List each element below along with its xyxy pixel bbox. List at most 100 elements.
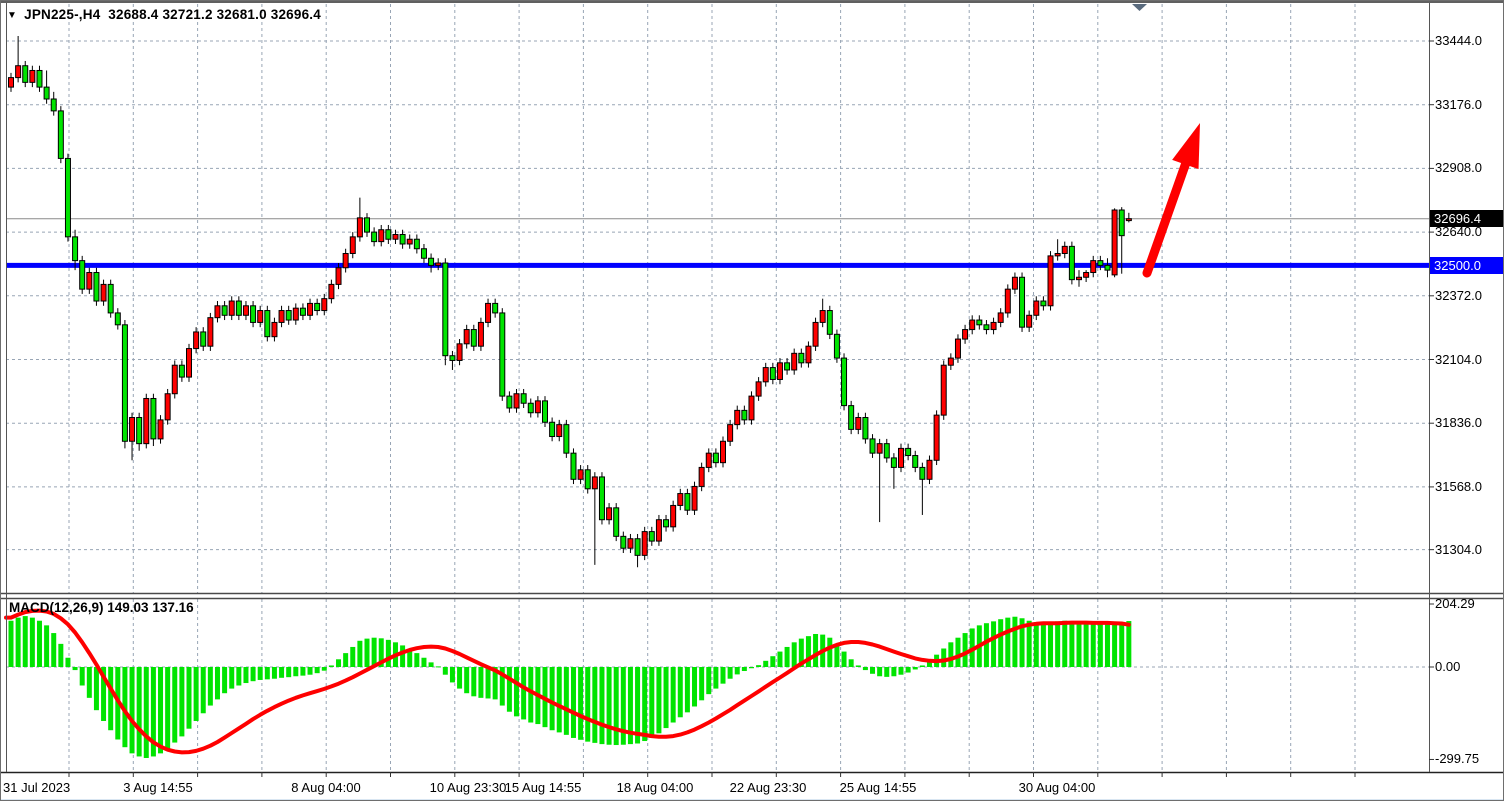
- macd-histogram-bar: [671, 667, 676, 723]
- candle: [927, 460, 932, 479]
- candle: [1077, 277, 1082, 279]
- macd-histogram-bar: [108, 667, 113, 730]
- macd-histogram-bar: [721, 667, 726, 684]
- macd-histogram-bar: [308, 667, 313, 675]
- macd-histogram-bar: [1098, 622, 1103, 667]
- candle: [763, 368, 768, 382]
- candle: [229, 301, 234, 315]
- macd-histogram-bar: [457, 667, 462, 689]
- candle: [1084, 273, 1089, 278]
- macd-histogram-bar: [998, 619, 1003, 667]
- macd-histogram-bar: [664, 667, 669, 728]
- candle: [891, 458, 896, 468]
- price-axis-label: 32372.0: [1435, 288, 1482, 304]
- macd-histogram-bar: [685, 667, 690, 712]
- time-axis-label: 18 Aug 04:00: [617, 780, 694, 796]
- macd-histogram-bar: [357, 641, 362, 667]
- time-axis-label: 3 Aug 14:55: [123, 780, 192, 796]
- macd-histogram-bar: [578, 667, 583, 740]
- macd-histogram-bar: [706, 667, 711, 694]
- macd-histogram-bar: [528, 667, 533, 723]
- candle: [16, 66, 21, 78]
- candle: [870, 439, 875, 453]
- macd-histogram-bar: [678, 667, 683, 717]
- macd-histogram-bar: [1084, 623, 1089, 667]
- candle: [963, 330, 968, 340]
- candle: [80, 261, 85, 290]
- macd-histogram-bar: [1048, 622, 1053, 667]
- macd-histogram-bar: [58, 644, 63, 667]
- macd-histogram-bar: [286, 667, 291, 677]
- macd-histogram-bar: [400, 645, 405, 667]
- candle: [407, 239, 412, 244]
- candle: [372, 232, 377, 242]
- candle: [329, 284, 334, 298]
- price-axis-label: 33444.0: [1435, 33, 1482, 49]
- candle: [685, 494, 690, 511]
- macd-histogram-bar: [464, 667, 469, 693]
- time-axis-label: 31 Jul 2023: [3, 780, 70, 796]
- macd-histogram-bar: [443, 667, 448, 675]
- candle: [1055, 253, 1060, 255]
- candle: [1027, 315, 1032, 327]
- macd-histogram-bar: [144, 667, 149, 758]
- macd-histogram-bar: [614, 667, 619, 745]
- candlestick-chart[interactable]: [1, 1, 1504, 801]
- macd-histogram-bar: [194, 667, 199, 721]
- macd-histogram-bar: [792, 642, 797, 667]
- macd-histogram-bar: [906, 667, 911, 673]
- macd-histogram-bar: [172, 667, 177, 743]
- time-axis-label: 15 Aug 14:55: [505, 780, 582, 796]
- candle: [486, 303, 491, 322]
- macd-histogram-bar: [30, 618, 35, 667]
- macd-histogram-bar: [365, 639, 370, 667]
- macd-histogram-bar: [692, 667, 697, 706]
- macd-histogram-bar: [785, 647, 790, 667]
- candle: [30, 70, 35, 82]
- candle: [51, 99, 56, 111]
- candle: [528, 403, 533, 413]
- candle: [585, 470, 590, 489]
- candle: [222, 306, 227, 316]
- candle: [770, 368, 775, 380]
- macd-histogram-bar: [272, 667, 277, 679]
- macd-histogram-bar: [37, 621, 42, 667]
- candle: [777, 363, 782, 380]
- macd-histogram-bar: [963, 633, 968, 667]
- candle: [664, 520, 669, 527]
- macd-histogram-bar: [749, 667, 754, 668]
- candle: [535, 401, 540, 413]
- candle: [507, 396, 512, 408]
- macd-histogram-bar: [550, 667, 555, 730]
- candle: [243, 306, 248, 316]
- macd-histogram-bar: [770, 656, 775, 667]
- candle: [23, 66, 28, 83]
- candle: [941, 365, 946, 415]
- macd-histogram-bar: [742, 667, 747, 671]
- macd-histogram-bar: [44, 625, 49, 667]
- candle: [1041, 301, 1046, 306]
- candle: [735, 410, 740, 424]
- candle: [543, 401, 548, 422]
- macd-histogram-bar: [73, 667, 78, 670]
- macd-histogram-bar: [948, 642, 953, 667]
- macd-histogram-bar: [201, 667, 206, 713]
- candle: [315, 303, 320, 310]
- macd-histogram-bar: [599, 667, 604, 744]
- macd-histogram-bar: [920, 665, 925, 667]
- candle: [322, 299, 327, 311]
- candle: [699, 467, 704, 486]
- macd-histogram-bar: [1112, 623, 1117, 667]
- macd-histogram-bar: [315, 667, 320, 673]
- candle: [44, 87, 49, 99]
- dropdown-icon[interactable]: ▼: [7, 11, 17, 21]
- time-axis-label: 8 Aug 04:00: [291, 780, 360, 796]
- macd-histogram-bar: [265, 667, 270, 679]
- macd-histogram-bar: [763, 661, 768, 667]
- candle: [65, 158, 70, 236]
- macd-histogram-bar: [1055, 621, 1060, 667]
- candle: [421, 249, 426, 259]
- macd-histogram-bar: [80, 667, 85, 686]
- candle: [236, 301, 241, 315]
- chart-window: ▼ JPN225-,H4 32688.4 32721.2 32681.0 326…: [0, 0, 1504, 801]
